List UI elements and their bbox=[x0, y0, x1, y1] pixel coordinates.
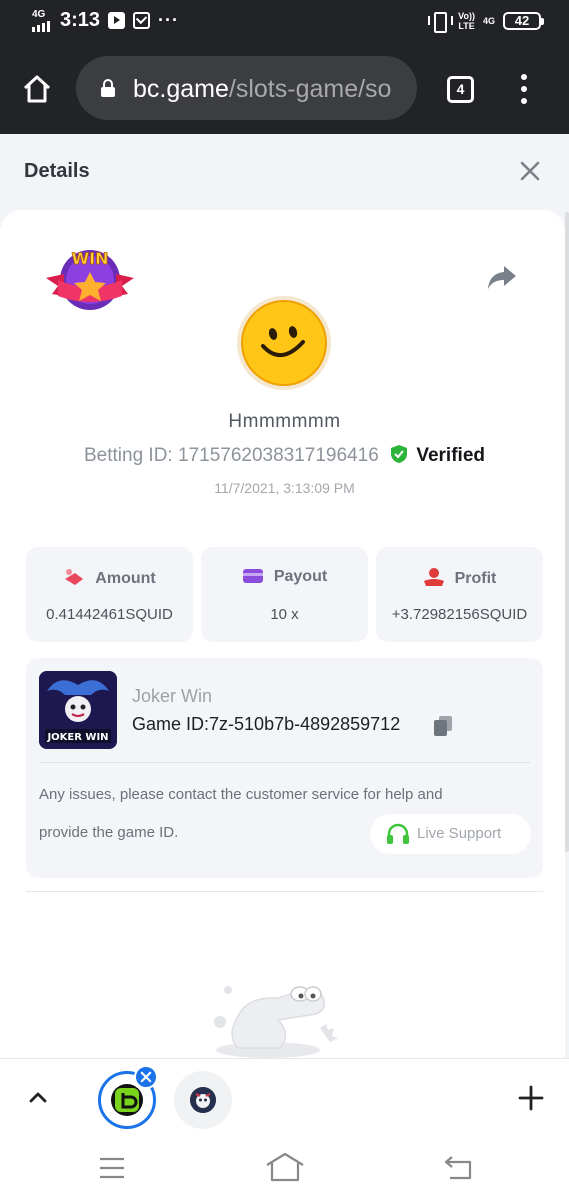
back-icon[interactable] bbox=[442, 1154, 474, 1182]
copy-icon[interactable] bbox=[433, 715, 453, 737]
live-support-button[interactable]: Live Support bbox=[370, 814, 531, 854]
new-tab-icon[interactable] bbox=[518, 1085, 544, 1111]
network-indicator: 4G bbox=[482, 16, 495, 26]
headset-icon bbox=[387, 823, 409, 844]
amount-value: 0.41442461SQUID bbox=[46, 606, 173, 623]
username: Hmmmmmm bbox=[228, 411, 341, 432]
payout-stat: Payout 10 x bbox=[201, 547, 368, 642]
avatar bbox=[237, 296, 331, 390]
verified-label: Verified bbox=[416, 445, 485, 466]
volte-indicator: Vo)) LTE bbox=[458, 11, 475, 31]
close-tab-icon[interactable] bbox=[134, 1065, 158, 1089]
tiger-logo-icon bbox=[190, 1087, 216, 1113]
game-id: Game ID:7z-510b7b-4892859712 bbox=[132, 714, 400, 735]
browser-toolbar: bc.game/slots-game/so 4 bbox=[0, 44, 569, 134]
game-id-label: Game ID: bbox=[132, 714, 210, 734]
betting-id-row: Betting ID: 1715762038317196416 Verified bbox=[0, 444, 569, 467]
svg-text:JOKER WIN: JOKER WIN bbox=[46, 732, 108, 743]
chevron-up-icon[interactable] bbox=[26, 1085, 50, 1109]
payout-value: 10 x bbox=[270, 606, 299, 623]
game-name[interactable]: Joker Win bbox=[132, 686, 212, 707]
profit-label: Profit bbox=[454, 570, 497, 587]
bet-timestamp: 11/7/2021, 3:13:09 PM bbox=[214, 480, 355, 496]
amount-icon bbox=[65, 569, 84, 585]
crocodile-mascot-icon bbox=[214, 986, 338, 1058]
page-title: Details bbox=[24, 160, 90, 182]
system-nav-bar bbox=[0, 1136, 569, 1200]
amount-label: Amount bbox=[95, 570, 156, 587]
payout-label: Payout bbox=[273, 568, 328, 585]
tab-other[interactable] bbox=[174, 1071, 232, 1129]
game-info-box: JOKER WIN Joker Win Game ID:7z-510b7b-48… bbox=[26, 658, 543, 878]
verified-shield-icon bbox=[391, 445, 408, 463]
divider bbox=[39, 762, 530, 763]
browser-menu-icon[interactable] bbox=[518, 74, 530, 104]
more-notifications-icon: ··· bbox=[158, 10, 180, 30]
betting-id-label: Betting ID: bbox=[84, 445, 173, 466]
bcgame-logo-icon bbox=[111, 1084, 143, 1116]
url-text[interactable]: bc.game/slots-game/so bbox=[133, 75, 391, 104]
address-bar[interactable]: bc.game/slots-game/so bbox=[76, 56, 417, 120]
scrollbar[interactable] bbox=[565, 212, 569, 852]
amount-stat: Amount 0.41442461SQUID bbox=[26, 547, 193, 642]
lock-icon bbox=[101, 79, 115, 97]
vibrate-icon bbox=[428, 10, 454, 33]
game-thumbnail[interactable]: JOKER WIN bbox=[39, 671, 117, 749]
clock: 3:13 bbox=[60, 9, 101, 31]
nav-home-icon[interactable] bbox=[264, 1152, 306, 1182]
live-support-label: Live Support bbox=[417, 825, 502, 842]
profit-stat: Profit +3.72982156SQUID bbox=[376, 547, 543, 642]
signal-icon: 4G bbox=[30, 8, 52, 32]
win-badge-icon: WIN bbox=[46, 249, 134, 310]
tab-strip bbox=[0, 1058, 569, 1136]
home-icon[interactable] bbox=[22, 74, 52, 104]
payout-card-icon bbox=[242, 569, 263, 583]
profit-icon bbox=[423, 568, 444, 586]
tab-switcher-button[interactable]: 4 bbox=[447, 76, 474, 103]
status-bar: 4G 3:13 ··· Vo)) LTE 4G 42 bbox=[0, 0, 569, 44]
close-icon[interactable] bbox=[518, 159, 542, 183]
share-icon[interactable] bbox=[486, 262, 518, 292]
battery-icon: 42 bbox=[503, 12, 544, 30]
svg-text:WIN: WIN bbox=[72, 249, 109, 268]
help-text-line1: Any issues, please contact the customer … bbox=[39, 786, 443, 803]
network-type: 4G bbox=[32, 8, 46, 20]
profit-value: +3.72982156SQUID bbox=[391, 606, 528, 623]
betting-id-value[interactable]: 1715762038317196416 bbox=[178, 445, 379, 466]
recent-apps-icon[interactable] bbox=[98, 1156, 126, 1180]
youtube-icon bbox=[108, 12, 126, 29]
game-id-value: 7z-510b7b-4892859712 bbox=[209, 714, 401, 734]
help-text-line2: provide the game ID. bbox=[39, 824, 179, 841]
mail-icon bbox=[133, 12, 151, 29]
section-divider bbox=[26, 891, 543, 892]
